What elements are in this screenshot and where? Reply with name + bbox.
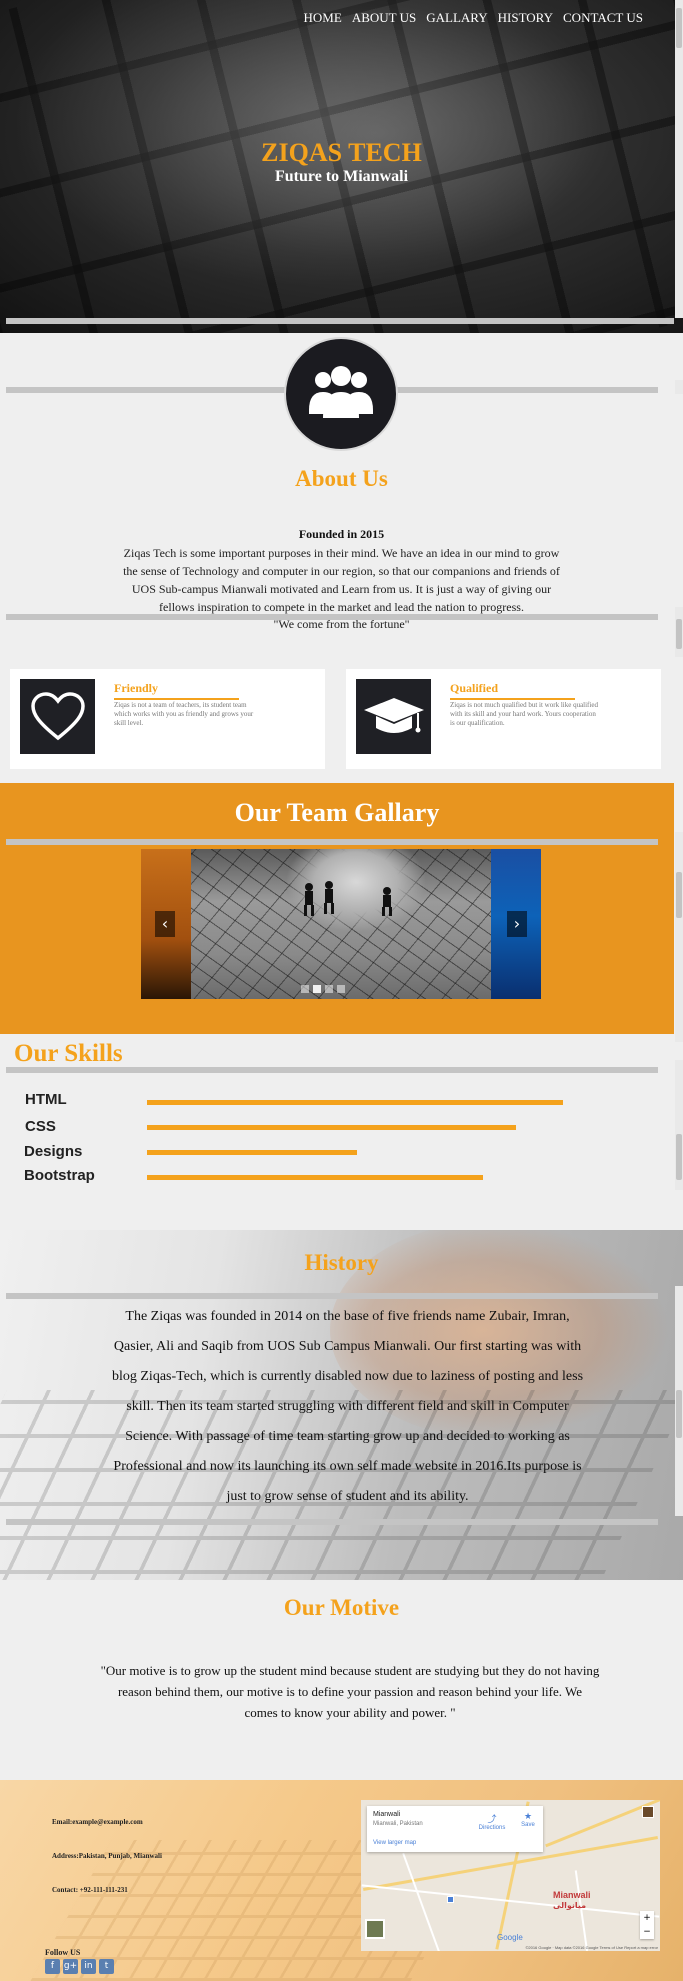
directions-icon: ⤴ [487, 1815, 497, 1825]
skill-label-css: CSS [25, 1118, 56, 1135]
heart-icon-box [20, 679, 95, 754]
history-section: History The Ziqas was founded in 2014 on… [0, 1230, 683, 1580]
skill-label-designs: Designs [24, 1143, 83, 1160]
map-fullscreen-button[interactable] [642, 1806, 654, 1818]
team-icon [309, 366, 373, 418]
map-place-card: Mianwali Mianwali, Pakistan View larger … [367, 1806, 543, 1852]
team-icon-circle [284, 337, 398, 451]
follow-us-label: Follow US [45, 1948, 81, 1957]
gallery-carousel[interactable]: ‹ › [141, 849, 541, 999]
vertical-scrollbar[interactable] [675, 607, 683, 657]
gallery-title: Our Team Gallary [234, 798, 440, 827]
history-title: History [304, 1250, 379, 1275]
feature-desc: Ziqas is not a team of teachers, its stu… [114, 701, 254, 727]
motto: "We come from the fortune" [273, 617, 410, 631]
about-title: About Us [295, 466, 388, 491]
map-city-label: Mianwali [553, 1890, 591, 1900]
carousel-prev-button[interactable]: ‹ [155, 911, 175, 937]
map-directions-label: Directions [478, 1825, 506, 1831]
map-marker-icon [447, 1896, 454, 1903]
scrollbar-thumb[interactable] [676, 1390, 682, 1438]
zoom-out-icon[interactable]: − [640, 1925, 654, 1939]
skill-bar-html [147, 1100, 563, 1105]
carousel-dot[interactable] [301, 985, 309, 993]
footer-contact: Contact: +92-111-111-231 [52, 1886, 128, 1894]
founded-year: Founded in 2015 [298, 527, 385, 541]
nav-home[interactable]: HOME [304, 10, 342, 26]
vertical-scrollbar[interactable] [675, 832, 683, 1042]
facebook-icon[interactable]: f [45, 1959, 60, 1974]
feature-card-qualified: Qualified Ziqas is not much qualified bu… [346, 669, 661, 769]
map-place-address: Mianwali, Pakistan [373, 1821, 423, 1827]
feature-desc: Ziqas is not much qualified but it work … [450, 701, 598, 727]
nav-contact-us[interactable]: CONTACT US [563, 10, 643, 26]
horizontal-scrollbar[interactable] [6, 1293, 658, 1299]
vertical-scrollbar[interactable] [675, 380, 683, 394]
vertical-scrollbar[interactable] [675, 0, 683, 318]
hero-subtitle: Future to Mianwali [274, 168, 409, 185]
linkedin-icon[interactable]: in [81, 1959, 96, 1974]
nav-about-us[interactable]: ABOUT US [352, 10, 416, 26]
map-attribution: ©2016 Google · Map data ©2016 Google Ter… [525, 1945, 658, 1950]
hero-section: HOME ABOUT US GALLARY HISTORY CONTACT US… [0, 0, 683, 333]
main-nav: HOME ABOUT US GALLARY HISTORY CONTACT US [304, 10, 643, 26]
zoom-in-icon[interactable]: + [640, 1911, 654, 1925]
carousel-next-button[interactable]: › [507, 911, 527, 937]
gallery-section: Our Team Gallary ‹ › [0, 783, 674, 1034]
skills-title: Our Skills [14, 1040, 123, 1067]
footer-address: Address:Pakistan, Punjab, Mianwali [52, 1852, 162, 1860]
map-zoom-control[interactable]: + − [640, 1911, 654, 1939]
about-text: Ziqas Tech is some important purposes in… [123, 546, 560, 614]
google-logo: Google [497, 1933, 523, 1942]
feature-title: Qualified [450, 681, 575, 700]
google-map-embed[interactable]: Mianwali Mianwali, Pakistan View larger … [361, 1800, 660, 1951]
scrollbar-thumb[interactable] [676, 872, 682, 918]
graduation-cap-icon-box [356, 679, 431, 754]
carousel-dot[interactable] [313, 985, 321, 993]
skill-label-bootstrap: Bootstrap [24, 1167, 95, 1184]
view-larger-map-link[interactable]: View larger map [373, 1840, 416, 1846]
feature-card-friendly: Friendly Ziqas is not a team of teachers… [10, 669, 325, 769]
scrollbar-thumb[interactable] [676, 8, 682, 48]
scrollbar-thumb[interactable] [676, 1134, 682, 1180]
graduation-cap-icon [363, 697, 424, 733]
map-satellite-thumbnail[interactable] [365, 1919, 385, 1939]
horizontal-scrollbar[interactable] [6, 1067, 658, 1073]
skill-bar-designs [147, 1150, 357, 1155]
carousel-dot[interactable] [337, 985, 345, 993]
map-place-name: Mianwali [373, 1811, 401, 1818]
map-city-label-urdu: میانوالی [553, 1901, 587, 1910]
map-directions-button[interactable]: ⤴ Directions [477, 1812, 507, 1831]
nav-gallary[interactable]: GALLARY [426, 10, 487, 26]
feature-title: Friendly [114, 681, 239, 700]
chevron-left-icon: ‹ [161, 914, 169, 933]
vertical-scrollbar[interactable] [675, 1060, 683, 1190]
motive-text: "Our motive is to grow up the student mi… [100, 1663, 600, 1720]
horizontal-scrollbar[interactable] [6, 318, 674, 324]
skill-bar-bootstrap [147, 1175, 483, 1180]
motive-title: Our Motive [283, 1595, 400, 1620]
horizontal-scrollbar[interactable] [6, 1519, 658, 1525]
children-running-figures [304, 881, 392, 916]
map-save-label: Save [521, 1822, 535, 1828]
horizontal-scrollbar[interactable] [6, 839, 658, 845]
skill-label-html: HTML [25, 1091, 67, 1108]
google-plus-icon[interactable]: g+ [63, 1959, 78, 1974]
carousel-indicators [301, 985, 345, 993]
hero-title: ZIQAS TECH [261, 138, 422, 167]
nav-history[interactable]: HISTORY [498, 10, 553, 26]
history-text: The Ziqas was founded in 2014 on the bas… [111, 1309, 584, 1504]
twitter-icon[interactable]: t [99, 1959, 114, 1974]
slide-cracked-earth-image [191, 849, 491, 999]
skill-bar-css [147, 1125, 516, 1130]
star-icon: ★ [523, 1812, 533, 1822]
chevron-right-icon: › [513, 914, 521, 933]
map-save-button[interactable]: ★ Save [513, 1812, 543, 1828]
carousel-dot[interactable] [325, 985, 333, 993]
vertical-scrollbar[interactable] [675, 1286, 683, 1516]
footer-email[interactable]: Email:example@example.com [52, 1818, 143, 1826]
heart-icon [30, 691, 85, 740]
